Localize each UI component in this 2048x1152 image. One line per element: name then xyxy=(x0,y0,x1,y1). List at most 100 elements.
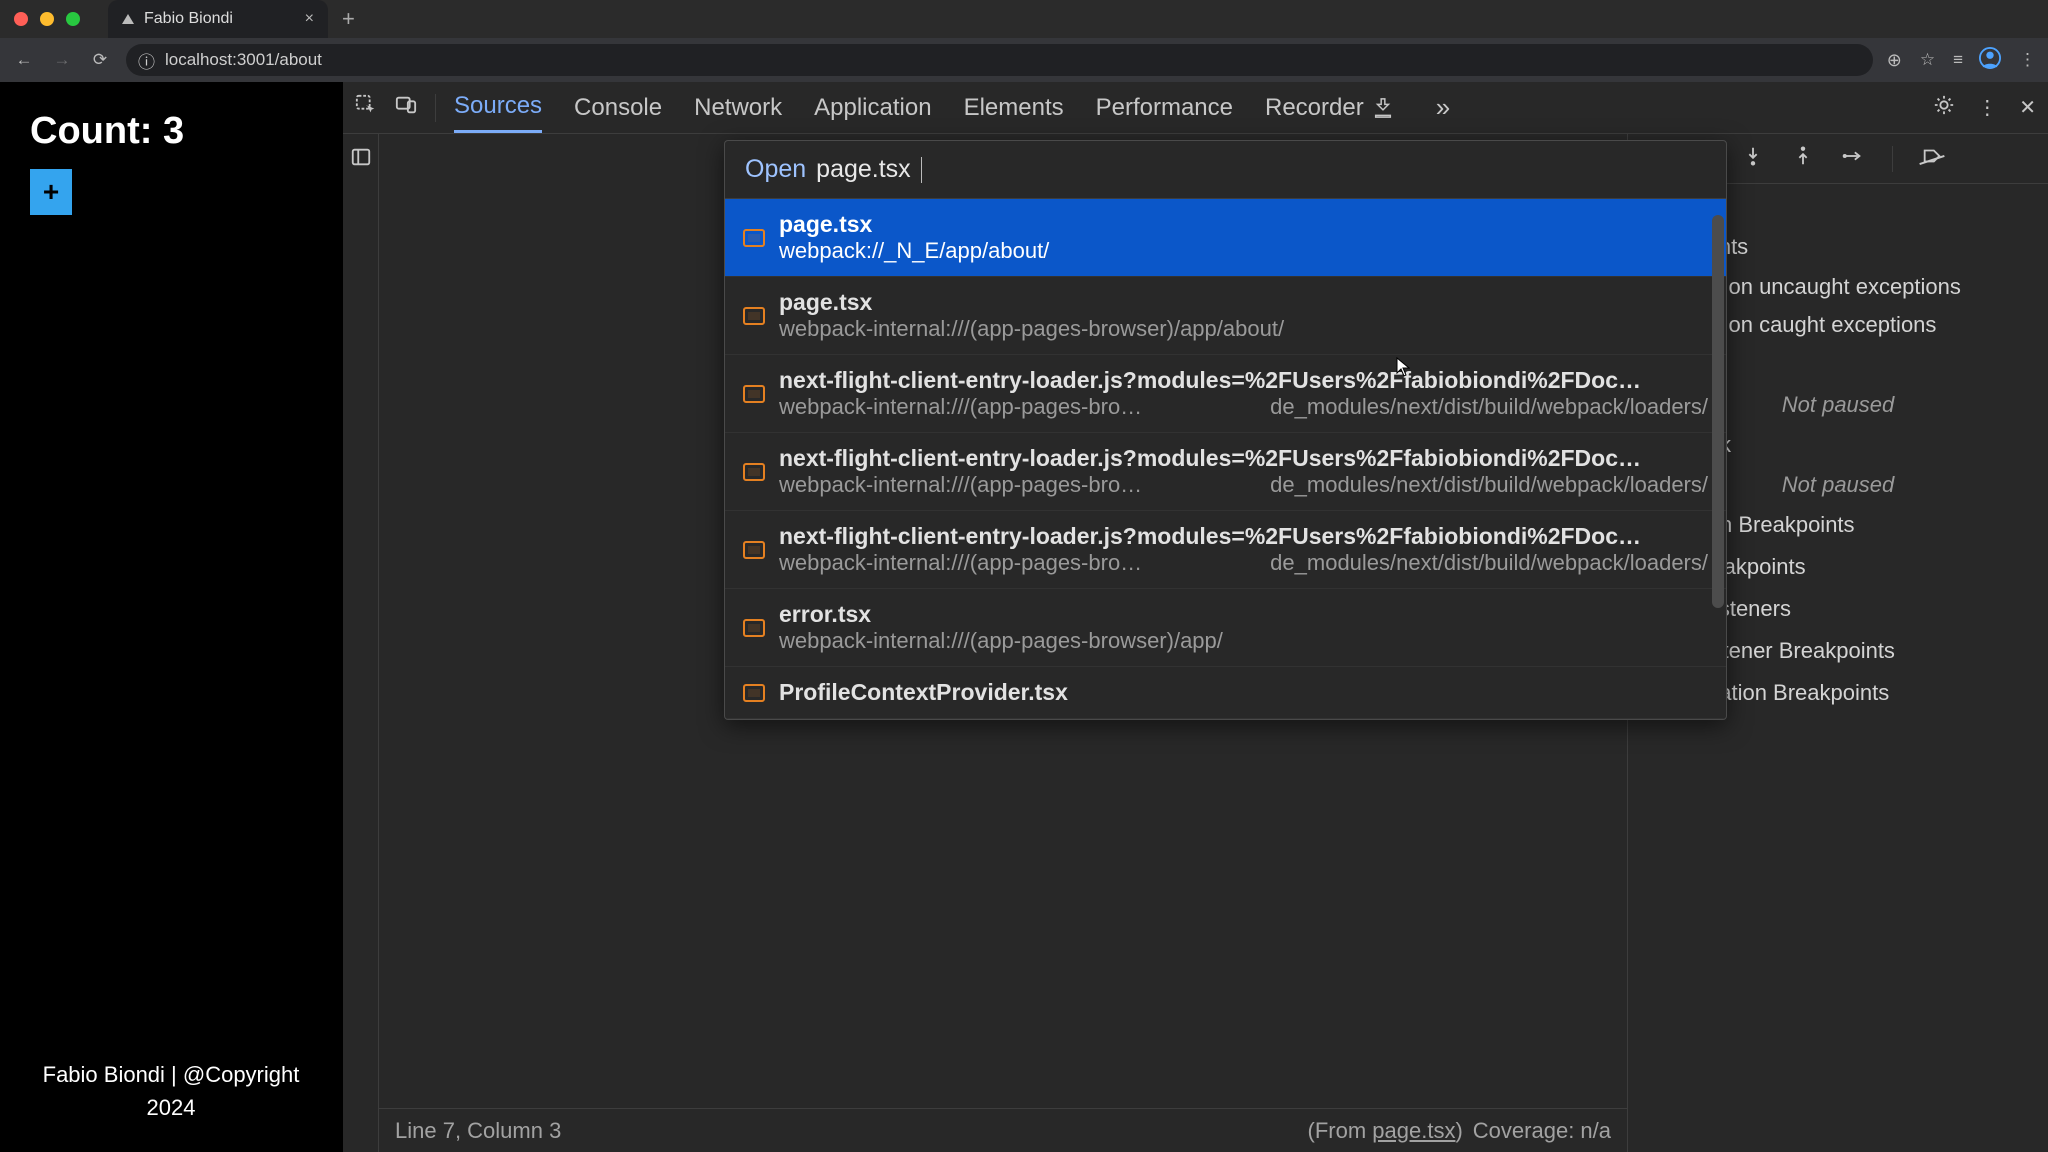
inspect-element-icon[interactable] xyxy=(355,94,377,122)
deactivate-breakpoints-icon[interactable] xyxy=(1921,145,1943,173)
palette-results: page.tsxwebpack://_N_E/app/about/page.ts… xyxy=(725,199,1726,719)
page-preview: Count: 3 + Fabio Biondi | @Copyright 202… xyxy=(0,82,342,1152)
palette-item-title: page.tsx xyxy=(779,211,1708,238)
devtools: Sources Console Network Application Elem… xyxy=(342,82,2048,1152)
file-icon xyxy=(743,541,765,559)
palette-item-text: ProfileContextProvider.tsx xyxy=(779,679,1708,706)
palette-item-subtitle: webpack-internal:///(app-pages-bro… xyxy=(779,472,1252,498)
increment-button[interactable]: + xyxy=(30,169,72,215)
palette-item-subtitle: webpack://_N_E/app/about/ xyxy=(779,238,1708,264)
forward-button[interactable]: → xyxy=(50,50,74,70)
devtools-menu-button[interactable]: ⋮ xyxy=(1977,95,1997,120)
browser-tab[interactable]: Fabio Biondi × xyxy=(108,0,328,38)
minimize-window-button[interactable] xyxy=(40,12,54,26)
tab-network[interactable]: Network xyxy=(694,82,782,133)
tab-recorder[interactable]: Recorder xyxy=(1265,82,1394,133)
palette-item-subtitle: webpack-internal:///(app-pages-browser)/… xyxy=(779,628,1708,654)
sources-editor: To sy Line 7, Column 3 (From page.tsx) C… xyxy=(379,134,1628,1152)
palette-item[interactable]: next-flight-client-entry-loader.js?modul… xyxy=(725,433,1726,511)
palette-item-text: error.tsxwebpack-internal:///(app-pages-… xyxy=(779,601,1708,654)
status-coverage: Coverage: n/a xyxy=(1473,1118,1611,1144)
extensions-icon[interactable]: ≡ xyxy=(1953,50,1961,70)
file-icon xyxy=(743,229,765,247)
zoom-icon[interactable]: ⊕ xyxy=(1887,50,1902,71)
devtools-body: To sy Line 7, Column 3 (From page.tsx) C… xyxy=(343,134,2048,1152)
window-chrome: Fabio Biondi × + xyxy=(0,0,2048,38)
browser-tab-strip: Fabio Biondi × + xyxy=(108,0,355,38)
file-icon xyxy=(743,684,765,702)
palette-query: page.tsx xyxy=(816,155,911,184)
palette-item[interactable]: error.tsxwebpack-internal:///(app-pages-… xyxy=(725,589,1726,667)
url-text: localhost:3001/about xyxy=(165,50,322,70)
step-icon[interactable] xyxy=(1842,145,1864,173)
tab-console[interactable]: Console xyxy=(574,82,662,133)
text-cursor-icon xyxy=(921,157,922,183)
url-input[interactable]: ⓘ localhost:3001/about xyxy=(126,44,1873,76)
device-toolbar-icon[interactable] xyxy=(395,94,417,122)
bookmark-icon[interactable]: ☆ xyxy=(1920,50,1935,70)
palette-item-text: next-flight-client-entry-loader.js?modul… xyxy=(779,367,1708,420)
palette-item-subtitle-right: de_modules/next/dist/build/webpack/loade… xyxy=(1270,472,1708,498)
status-from-link[interactable]: page.tsx xyxy=(1372,1118,1455,1143)
tab-application[interactable]: Application xyxy=(814,82,931,133)
site-info-icon[interactable]: ⓘ xyxy=(138,48,155,73)
palette-item-subtitle: webpack-internal:///(app-pages-browser)/… xyxy=(779,316,1708,342)
palette-item-subtitle: webpack-internal:///(app-pages-bro… xyxy=(779,550,1252,576)
palette-item[interactable]: ProfileContextProvider.tsx xyxy=(725,667,1726,719)
palette-item-subtitle-right: de_modules/next/dist/build/webpack/loade… xyxy=(1270,550,1708,576)
palette-item[interactable]: next-flight-client-entry-loader.js?modul… xyxy=(725,355,1726,433)
scrollbar[interactable] xyxy=(1712,215,1724,608)
profile-avatar-icon[interactable] xyxy=(1979,47,2001,74)
page-footer: Fabio Biondi | @Copyright 2024 xyxy=(30,1058,312,1124)
palette-item[interactable]: page.tsxwebpack://_N_E/app/about/ xyxy=(725,199,1726,277)
tab-performance[interactable]: Performance xyxy=(1096,82,1233,133)
back-button[interactable]: ← xyxy=(12,50,36,70)
tab-sources[interactable]: Sources xyxy=(454,82,542,133)
divider xyxy=(1892,146,1893,172)
open-file-palette[interactable]: Open page.tsx page.tsxwebpack://_N_E/app… xyxy=(724,140,1727,720)
reload-button[interactable]: ⟳ xyxy=(88,50,112,70)
traffic-lights xyxy=(14,12,80,26)
settings-gear-icon[interactable] xyxy=(1933,94,1955,122)
divider xyxy=(435,94,436,122)
palette-item-text: page.tsxwebpack://_N_E/app/about/ xyxy=(779,211,1708,264)
browser-menu-button[interactable]: ⋮ xyxy=(2019,50,2036,70)
palette-item-title: next-flight-client-entry-loader.js?modul… xyxy=(779,367,1708,394)
tab-elements[interactable]: Elements xyxy=(964,82,1064,133)
devtools-tabs: Sources Console Network Application Elem… xyxy=(454,82,1450,133)
sources-navigator-toggle[interactable] xyxy=(343,134,379,1152)
tab-close-button[interactable]: × xyxy=(305,10,314,28)
palette-item-title: next-flight-client-entry-loader.js?modul… xyxy=(779,523,1708,550)
file-icon xyxy=(743,619,765,637)
file-icon xyxy=(743,463,765,481)
palette-item-title: page.tsx xyxy=(779,289,1708,316)
palette-item[interactable]: next-flight-client-entry-loader.js?modul… xyxy=(725,511,1726,589)
more-tabs-chevrons-icon[interactable]: » xyxy=(1436,92,1450,123)
palette-item-text: next-flight-client-entry-loader.js?modul… xyxy=(779,523,1708,576)
tab-favicon-icon xyxy=(122,14,134,24)
devtools-close-button[interactable]: ✕ xyxy=(2019,95,2036,120)
palette-input[interactable]: Open page.tsx xyxy=(725,141,1726,199)
palette-item-text: page.tsxwebpack-internal:///(app-pages-b… xyxy=(779,289,1708,342)
devtools-toolbar: Sources Console Network Application Elem… xyxy=(343,82,2048,134)
tab-title: Fabio Biondi xyxy=(144,10,295,28)
palette-item[interactable]: page.tsxwebpack-internal:///(app-pages-b… xyxy=(725,277,1726,355)
new-tab-button[interactable]: + xyxy=(342,6,355,32)
maximize-window-button[interactable] xyxy=(66,12,80,26)
toolbar-right: ⊕ ☆ ≡ ⋮ xyxy=(1887,47,2036,74)
palette-item-title: next-flight-client-entry-loader.js?modul… xyxy=(779,445,1708,472)
step-out-icon[interactable] xyxy=(1792,145,1814,173)
close-window-button[interactable] xyxy=(14,12,28,26)
palette-item-text: next-flight-client-entry-loader.js?modul… xyxy=(779,445,1708,498)
palette-item-subtitle-right: de_modules/next/dist/build/webpack/loade… xyxy=(1270,394,1708,420)
devtools-toolbar-right: ⋮ ✕ xyxy=(1933,94,2036,122)
cursor-position: Line 7, Column 3 xyxy=(395,1118,561,1144)
address-bar: ← → ⟳ ⓘ localhost:3001/about ⊕ ☆ ≡ ⋮ xyxy=(0,38,2048,82)
file-icon xyxy=(743,385,765,403)
palette-item-subtitle: webpack-internal:///(app-pages-bro… xyxy=(779,394,1252,420)
step-into-icon[interactable] xyxy=(1742,145,1764,173)
editor-status-bar: Line 7, Column 3 (From page.tsx) Coverag… xyxy=(379,1108,1627,1152)
file-icon xyxy=(743,307,765,325)
status-from: (From page.tsx) xyxy=(1308,1118,1463,1144)
palette-item-title: ProfileContextProvider.tsx xyxy=(779,679,1708,706)
